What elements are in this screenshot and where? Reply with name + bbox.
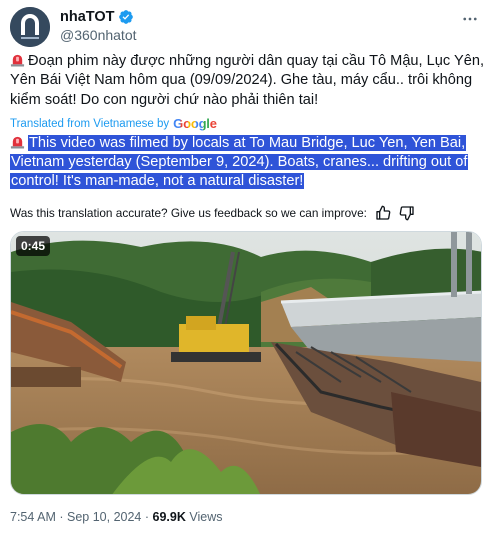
- translation-feedback: Was this translation accurate? Give us f…: [10, 205, 482, 221]
- display-name[interactable]: nhaTOT: [60, 9, 115, 25]
- views-label: Views: [189, 510, 223, 524]
- video-thumbnail: [11, 232, 481, 494]
- tweet-time[interactable]: 7:54 AM: [10, 510, 56, 524]
- meta-separator: ·: [144, 510, 150, 524]
- thumbs-down-icon[interactable]: [399, 205, 415, 221]
- police-light-emoji-icon: [10, 134, 25, 149]
- meta-separator: ·: [59, 510, 64, 524]
- tweet-date[interactable]: Sep 10, 2024: [67, 510, 141, 524]
- tweet-original-text: Đoạn phim này được những người dân quay …: [10, 52, 484, 110]
- translation-text: This video was filmed by locals at To Ma…: [10, 135, 469, 189]
- video-player[interactable]: [10, 231, 482, 495]
- original-text: Đoạn phim này được những người dân quay …: [10, 53, 484, 108]
- handle[interactable]: @360nhatot: [60, 27, 137, 43]
- police-light-emoji-icon: [10, 52, 25, 67]
- tweet-meta: 7:54 AM · Sep 10, 2024 · 69.9K Views: [10, 510, 223, 524]
- tweet-translation: This video was filmed by locals at To Ma…: [10, 134, 488, 191]
- verified-badge-icon: [118, 9, 134, 25]
- translated-by-line[interactable]: Translated from Vietnamese by Google: [10, 116, 217, 131]
- thumbs-up-icon[interactable]: [375, 205, 391, 221]
- avatar[interactable]: [10, 7, 50, 47]
- tweet-header: nhaTOT @360nhatot: [10, 7, 482, 47]
- author-info: nhaTOT @360nhatot: [60, 8, 137, 43]
- google-logo: Google: [173, 116, 217, 131]
- video-duration: 0:45: [16, 236, 51, 256]
- feedback-prompt: Was this translation accurate? Give us f…: [10, 206, 367, 220]
- translated-by-label: Translated from Vietnamese by: [10, 117, 170, 130]
- more-options-icon[interactable]: [460, 9, 480, 29]
- views-count: 69.9K: [152, 510, 186, 524]
